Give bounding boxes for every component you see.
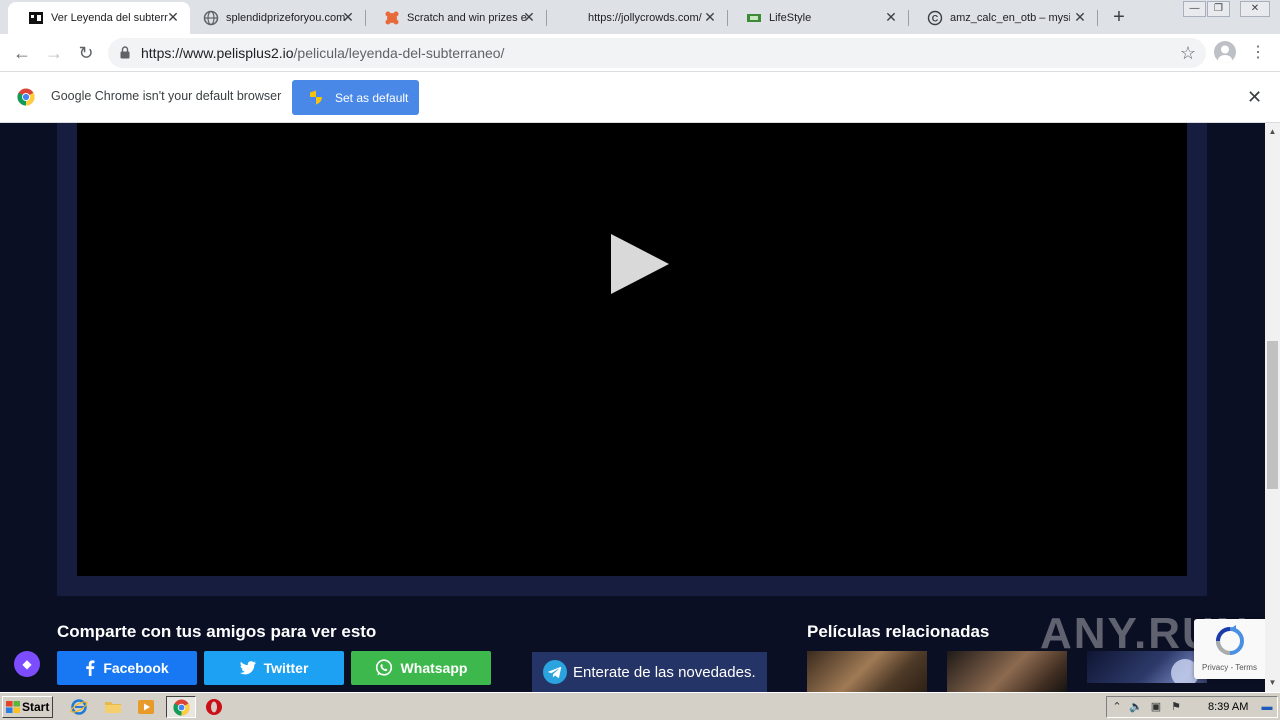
- action-center-flag-icon[interactable]: ⚑: [1169, 700, 1183, 714]
- video-player[interactable]: [77, 123, 1187, 576]
- tab-strip: Ver Leyenda del subterr ✕ splendidprizef…: [0, 0, 1280, 34]
- floating-action-button[interactable]: ◆: [14, 651, 40, 677]
- restore-button[interactable]: ❐: [1207, 1, 1230, 17]
- play-icon[interactable]: [609, 232, 671, 296]
- set-as-default-button[interactable]: Set as default: [292, 80, 419, 115]
- forward-button[interactable]: →: [43, 42, 65, 64]
- whatsapp-share-button[interactable]: Whatsapp: [351, 651, 491, 685]
- globe-icon: [203, 10, 219, 26]
- facebook-icon: [86, 660, 95, 676]
- telegram-subscribe-button[interactable]: Enterate de las novedades.: [532, 652, 767, 692]
- share-heading: Comparte con tus amigos para ver esto: [57, 622, 377, 641]
- recaptcha-logo-icon: [1216, 625, 1244, 655]
- windows-taskbar: Start ⌃ 🔈 ▣ ⚑ 8:39 AM ▬: [0, 692, 1280, 720]
- bookmark-star-icon[interactable]: ☆: [1180, 43, 1196, 64]
- page-scrollbar[interactable]: ▲ ▼: [1265, 123, 1280, 692]
- internet-explorer-icon[interactable]: [70, 698, 88, 716]
- film-icon: [29, 12, 43, 24]
- close-tab-icon[interactable]: ✕: [703, 10, 717, 24]
- volume-icon[interactable]: 🔈: [1129, 700, 1143, 714]
- close-tab-icon[interactable]: ✕: [1073, 10, 1087, 24]
- close-tab-icon[interactable]: ✕: [884, 10, 898, 24]
- related-movies-heading: Películas relacionadas: [807, 622, 990, 641]
- close-tab-icon[interactable]: ✕: [341, 10, 355, 24]
- c-icon: C: [927, 10, 943, 26]
- close-tab-icon[interactable]: ✕: [166, 10, 180, 24]
- media-player-icon[interactable]: [137, 698, 155, 716]
- tab-amz-calc[interactable]: C amz_calc_en_otb – mysi ✕: [907, 2, 1098, 34]
- system-tray: ⌃ 🔈 ▣ ⚑ 8:39 AM ▬: [1106, 696, 1278, 718]
- lock-icon: [120, 46, 130, 59]
- menu-kebab-icon[interactable]: ⋮: [1250, 42, 1266, 64]
- folder-icon[interactable]: [104, 698, 122, 716]
- opera-icon[interactable]: [205, 698, 223, 716]
- tab-jollycrowds[interactable]: https://jollycrowds.com/ ✕: [545, 2, 728, 34]
- tab-scratch-and-win[interactable]: Scratch and win prizes e ✕: [364, 2, 547, 34]
- back-button[interactable]: ←: [11, 42, 33, 64]
- address-bar[interactable]: https://www.pelisplus2.io/pelicula/leyen…: [108, 38, 1206, 68]
- tab-divider: [1097, 10, 1098, 26]
- url-text: https://www.pelisplus2.io/pelicula/leyen…: [141, 45, 505, 61]
- video-player-frame: [57, 123, 1207, 596]
- uac-shield-icon: [310, 90, 322, 105]
- windows-logo-icon: [6, 701, 20, 713]
- chrome-icon: [173, 699, 190, 716]
- scroll-down-arrow-icon[interactable]: ▼: [1265, 676, 1280, 690]
- clock[interactable]: 8:39 AM: [1208, 701, 1248, 713]
- related-movie-thumbnail[interactable]: [807, 651, 927, 692]
- lifestyle-icon: [747, 14, 761, 22]
- facebook-share-button[interactable]: Facebook: [57, 651, 197, 685]
- profile-avatar-icon[interactable]: [1214, 41, 1236, 63]
- start-button[interactable]: Start: [2, 696, 53, 718]
- minimize-button[interactable]: —: [1183, 1, 1206, 17]
- infobar-close-icon[interactable]: ✕: [1247, 87, 1262, 108]
- scrollbar-thumb[interactable]: [1267, 341, 1278, 489]
- chrome-taskbar-button[interactable]: [166, 696, 196, 718]
- recaptcha-badge[interactable]: Privacy - Terms: [1194, 619, 1265, 679]
- scratch-icon: [385, 11, 399, 25]
- tab-ver-leyenda[interactable]: Ver Leyenda del subterr ✕: [8, 2, 190, 34]
- chrome-logo-icon: [17, 88, 35, 106]
- twitter-icon: [239, 661, 256, 675]
- reload-button[interactable]: ↻: [75, 42, 97, 64]
- blank-favicon: [565, 10, 581, 26]
- telegram-icon: [543, 660, 567, 684]
- page-content: Comparte con tus amigos para ver esto Fa…: [0, 123, 1265, 692]
- svg-text:C: C: [932, 14, 939, 24]
- twitter-share-button[interactable]: Twitter: [204, 651, 344, 685]
- browser-toolbar: ← → ↻ https://www.pelisplus2.io/pelicula…: [0, 34, 1280, 72]
- scroll-up-arrow-icon[interactable]: ▲: [1265, 125, 1280, 139]
- tray-expand-icon[interactable]: ⌃: [1110, 700, 1124, 714]
- whatsapp-icon: [375, 659, 392, 676]
- close-tab-icon[interactable]: ✕: [522, 10, 536, 24]
- tab-lifestyle[interactable]: LifeStyle ✕: [726, 2, 909, 34]
- close-window-button[interactable]: ✕: [1240, 1, 1270, 17]
- new-tab-button[interactable]: +: [1108, 6, 1130, 28]
- show-desktop-icon[interactable]: ▬: [1260, 700, 1274, 714]
- default-browser-infobar: Google Chrome isn't your default browser…: [0, 72, 1280, 123]
- tab-splendidprize[interactable]: splendidprizeforyou.com ✕: [183, 2, 366, 34]
- network-icon[interactable]: ▣: [1149, 700, 1163, 714]
